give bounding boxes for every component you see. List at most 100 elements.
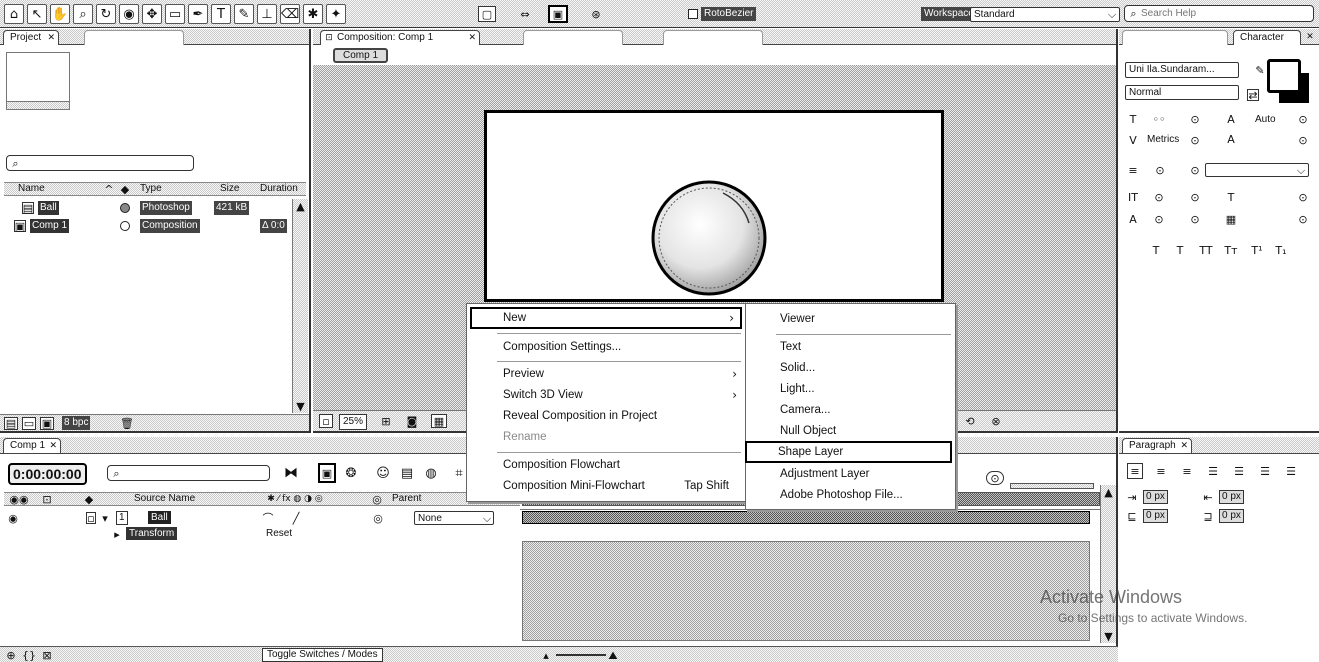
tab-effect-controls[interactable] <box>84 30 184 45</box>
project-search-field[interactable]: ⌕ <box>6 155 194 171</box>
local-axis-mode-icon[interactable]: ▢ <box>478 6 496 22</box>
frame-blending-icon[interactable]: ▤ <box>398 464 416 482</box>
lock-icon[interactable]: ⊡ <box>324 33 334 43</box>
faux-bold-icon[interactable]: T <box>1149 243 1163 257</box>
search-help-input[interactable] <box>1141 7 1309 20</box>
chevron-down-icon[interactable]: ⊙ <box>1189 164 1201 176</box>
label-color-icon[interactable] <box>120 221 130 231</box>
chevron-down-icon[interactable]: ⊙ <box>1297 134 1309 146</box>
property-row[interactable]: ▸ Transform Reset <box>4 527 520 542</box>
visibility-eye-icon[interactable]: ◉ <box>6 512 20 524</box>
live-update-icon[interactable]: ▣ <box>318 463 336 483</box>
indent-left-value[interactable]: 0 px <box>1143 490 1168 504</box>
twirl-down-icon[interactable]: ▾ <box>100 512 110 524</box>
zoom-in-icon[interactable]: ⛰ <box>606 649 620 661</box>
faux-italic-icon[interactable]: T <box>1173 243 1187 257</box>
label-color-icon[interactable] <box>120 203 130 213</box>
hide-shy-layers-icon[interactable]: ☺ <box>374 464 392 482</box>
menu-item-new[interactable]: New › <box>470 307 742 329</box>
submenu-item-solid[interactable]: Solid... <box>748 358 953 379</box>
layer-switches-pane-icon[interactable]: ⊕ <box>4 649 18 661</box>
modes-pane-icon[interactable]: {} <box>22 649 36 661</box>
subscript-icon[interactable]: T₁ <box>1273 243 1289 257</box>
submenu-item-text[interactable]: Text <box>748 337 953 358</box>
timeline-search-field[interactable]: ⌕ <box>107 465 270 481</box>
time-navigator-icon[interactable]: ⊙ <box>986 471 1004 485</box>
menu-item-preview[interactable]: Preview › <box>469 364 743 385</box>
toggle-switches-modes-button[interactable]: Toggle Switches / Modes <box>262 648 383 662</box>
list-item[interactable]: ▤ Ball Photoshop 421 kB <box>4 200 292 216</box>
menu-item-composition-flowchart[interactable]: Composition Flowchart <box>469 455 743 476</box>
zoom-tool-icon[interactable]: ⌕ <box>73 4 93 24</box>
chevron-down-icon[interactable]: ⊙ <box>1153 164 1167 176</box>
workspace-select[interactable]: Standard ⌵ <box>970 7 1120 22</box>
brush-tool-icon[interactable]: ✎ <box>234 4 254 24</box>
column-type[interactable]: Type <box>140 182 162 196</box>
chevron-down-icon[interactable]: ⊙ <box>1153 213 1165 225</box>
current-time-display[interactable]: 0:00:00:00 <box>8 463 87 485</box>
submenu-item-light[interactable]: Light... <box>748 379 953 400</box>
exposure-icon[interactable]: ⊗ <box>989 414 1003 428</box>
rectangle-tool-icon[interactable]: ▭ <box>165 4 185 24</box>
rotate-tool-icon[interactable]: ↻ <box>96 4 116 24</box>
layer-duration-bar[interactable] <box>522 511 1090 524</box>
close-icon[interactable]: ✕ <box>1305 32 1315 42</box>
column-name[interactable]: Name <box>18 182 45 196</box>
scroll-down-icon[interactable]: ▼ <box>1103 631 1114 642</box>
zoom-select[interactable]: 25% <box>339 414 368 430</box>
justify-last-right-icon[interactable]: ☰ <box>1257 463 1273 479</box>
ball-layer[interactable] <box>487 113 941 299</box>
space-after-value[interactable]: 0 px <box>1219 509 1244 523</box>
column-duration[interactable]: Duration <box>260 182 298 196</box>
submenu-item-photoshop-file[interactable]: Adobe Photoshop File... <box>748 485 953 506</box>
menu-item-switch-3d-view[interactable]: Switch 3D View › <box>469 385 743 406</box>
new-composition-icon[interactable]: ▣ <box>40 417 54 430</box>
new-folder-icon[interactable]: ▭ <box>22 417 36 430</box>
eyedropper-icon[interactable]: ✎ <box>1253 63 1267 77</box>
always-preview-icon[interactable]: ▫ <box>319 414 333 428</box>
project-scrollbar[interactable]: ▲ ▼ <box>292 199 308 413</box>
pen-tool-icon[interactable]: ✒ <box>188 4 208 24</box>
property-name[interactable]: Transform <box>126 527 178 540</box>
tab-footage[interactable] <box>663 30 763 45</box>
indent-right-value[interactable]: 0 px <box>1219 490 1244 504</box>
tab-character[interactable]: Character <box>1233 30 1301 45</box>
motion-blur-icon[interactable]: ◍ <box>422 464 440 482</box>
shy-switch-icon[interactable]: ⌒ <box>262 512 274 524</box>
comp-mini-flowchart-icon[interactable]: ⧓ <box>280 464 302 482</box>
snapshot-icon[interactable]: ◙ <box>405 414 419 428</box>
kerning-value[interactable]: Metrics <box>1147 133 1179 147</box>
label-column-icon[interactable]: ◆ <box>120 184 130 195</box>
pan-behind-tool-icon[interactable]: ✥ <box>142 4 162 24</box>
all-caps-icon[interactable]: TT <box>1197 243 1215 257</box>
chevron-down-icon[interactable]: ⊙ <box>1297 113 1309 125</box>
stroke-type-select[interactable]: ⌵ <box>1205 163 1309 177</box>
list-item[interactable]: ▣ Comp 1 Composition Δ 0:0 <box>4 218 292 234</box>
fit-icon[interactable]: ⊞ <box>379 414 393 428</box>
chevron-down-icon[interactable]: ⊙ <box>1189 134 1201 146</box>
submenu-item-shape-layer[interactable]: Shape Layer <box>745 441 952 463</box>
home-icon[interactable]: ⌂ <box>4 4 24 24</box>
chevron-down-icon[interactable]: ⊙ <box>1297 213 1309 225</box>
close-icon[interactable]: ✕ <box>1180 439 1188 453</box>
chevron-down-icon[interactable]: ⊙ <box>1189 191 1201 203</box>
superscript-icon[interactable]: T¹ <box>1249 243 1265 257</box>
chevron-down-icon[interactable]: ⊙ <box>1189 113 1201 125</box>
property-reset[interactable]: Reset <box>266 527 292 541</box>
pickwhip-icon[interactable]: ◎ <box>372 512 384 524</box>
font-size-chevron-icon[interactable]: ◦◦ <box>1145 112 1173 126</box>
puppet-tool-icon[interactable]: ✦ <box>326 4 346 24</box>
fill-color-swatch[interactable] <box>1267 59 1301 93</box>
align-right-icon[interactable]: ≡ <box>1179 463 1195 479</box>
tab-info[interactable] <box>1122 30 1228 45</box>
world-axis-mode-icon[interactable]: ⇔ <box>512 6 538 22</box>
in-out-pane-icon[interactable]: ⊠ <box>40 649 54 661</box>
submenu-item-null-object[interactable]: Null Object <box>748 421 953 442</box>
selection-tool-icon[interactable]: ↖ <box>27 4 47 24</box>
quality-switch-icon[interactable]: ╱ <box>290 512 302 524</box>
chevron-down-icon[interactable]: ⊙ <box>1189 213 1201 225</box>
tab-project[interactable]: Project ✕ <box>3 30 59 45</box>
tab-layer[interactable] <box>523 30 623 45</box>
interpret-footage-icon[interactable]: ▤ <box>4 417 18 430</box>
roto-brush-tool-icon[interactable]: ✱ <box>303 4 323 24</box>
